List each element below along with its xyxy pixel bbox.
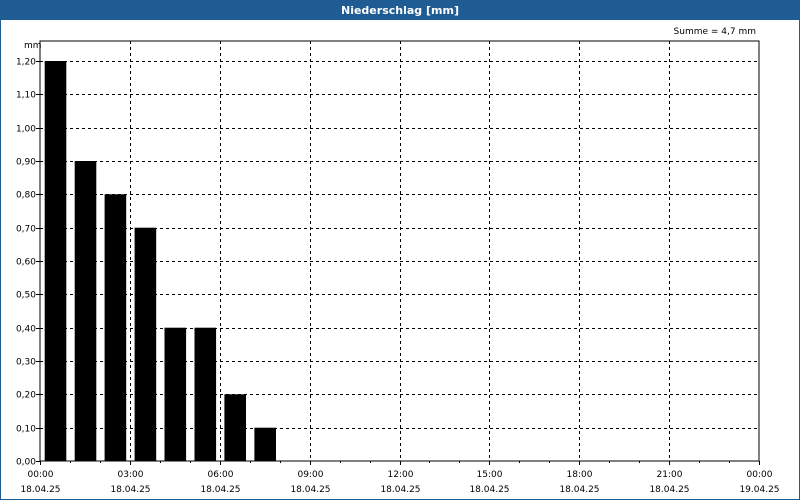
y-tick-label: 0,40 xyxy=(16,325,36,335)
x-tick-time-label: 00:00 xyxy=(747,470,773,480)
y-tick-label: 1,10 xyxy=(16,91,36,101)
x-tick-time-label: 06:00 xyxy=(208,470,234,480)
precipitation-bar xyxy=(74,161,97,461)
precipitation-bar xyxy=(44,61,67,461)
x-tick-date-label: 18.04.25 xyxy=(200,485,240,495)
precipitation-bar xyxy=(224,394,246,461)
x-axis: 00:00 18.04.25 03:00 18.04.25 06:00 18.04.25 0… xyxy=(20,461,780,495)
x-tick-time-label: 15:00 xyxy=(477,470,503,480)
x-tick-date-label: 19.04.25 xyxy=(739,485,779,495)
y-tick-label: 0,30 xyxy=(16,358,36,368)
precipitation-bar xyxy=(104,194,127,462)
x-tick-time-label: 03:00 xyxy=(118,470,144,480)
x-tick-time-label: 12:00 xyxy=(388,470,414,480)
y-tick-label: 0,00 xyxy=(16,458,36,468)
x-tick-date-label: 18.04.25 xyxy=(469,485,509,495)
x-tick-time-label: 09:00 xyxy=(298,470,324,480)
y-tick-label: 0,80 xyxy=(16,191,36,201)
precipitation-bar xyxy=(134,227,157,461)
y-tick-label: 1,00 xyxy=(16,125,36,135)
sum-annotation: Summe = 4,7 mm xyxy=(674,27,756,37)
y-tick-label: 0,90 xyxy=(16,158,36,168)
x-tick-time-label: 18:00 xyxy=(567,470,593,480)
precipitation-bar xyxy=(254,427,276,461)
x-tick-time-label: 00:00 xyxy=(28,470,54,480)
x-tick-date-label: 18.04.25 xyxy=(559,485,599,495)
precipitation-bar xyxy=(194,327,217,461)
x-tick-time-label: 21:00 xyxy=(657,470,683,480)
x-tick-date-label: 18.04.25 xyxy=(290,485,330,495)
y-tick-label: 0,50 xyxy=(16,291,36,301)
y-axis: 0,00 0,10 0,20 0,30 0,40 0,50 0,60 0,70 0,80 0,90… xyxy=(16,58,40,468)
y-tick-label: 0,60 xyxy=(16,258,36,268)
y-tick-label: 1,20 xyxy=(16,58,36,68)
x-tick-date-label: 18.04.25 xyxy=(110,485,150,495)
y-tick-label: 0,70 xyxy=(16,225,36,235)
precipitation-bar xyxy=(164,327,187,461)
x-tick-date-label: 18.04.25 xyxy=(380,485,420,495)
precipitation-chart: mm Summe = 4,7 mm 0,000,100,200,300,400,… xyxy=(16,27,780,495)
y-tick-label: 0,10 xyxy=(16,425,36,435)
x-tick-date-label: 18.04.25 xyxy=(649,485,689,495)
y-tick-label: 0,20 xyxy=(16,391,36,401)
y-axis-unit-label: mm xyxy=(24,41,42,51)
x-tick-date-label: 18.04.25 xyxy=(20,485,60,495)
